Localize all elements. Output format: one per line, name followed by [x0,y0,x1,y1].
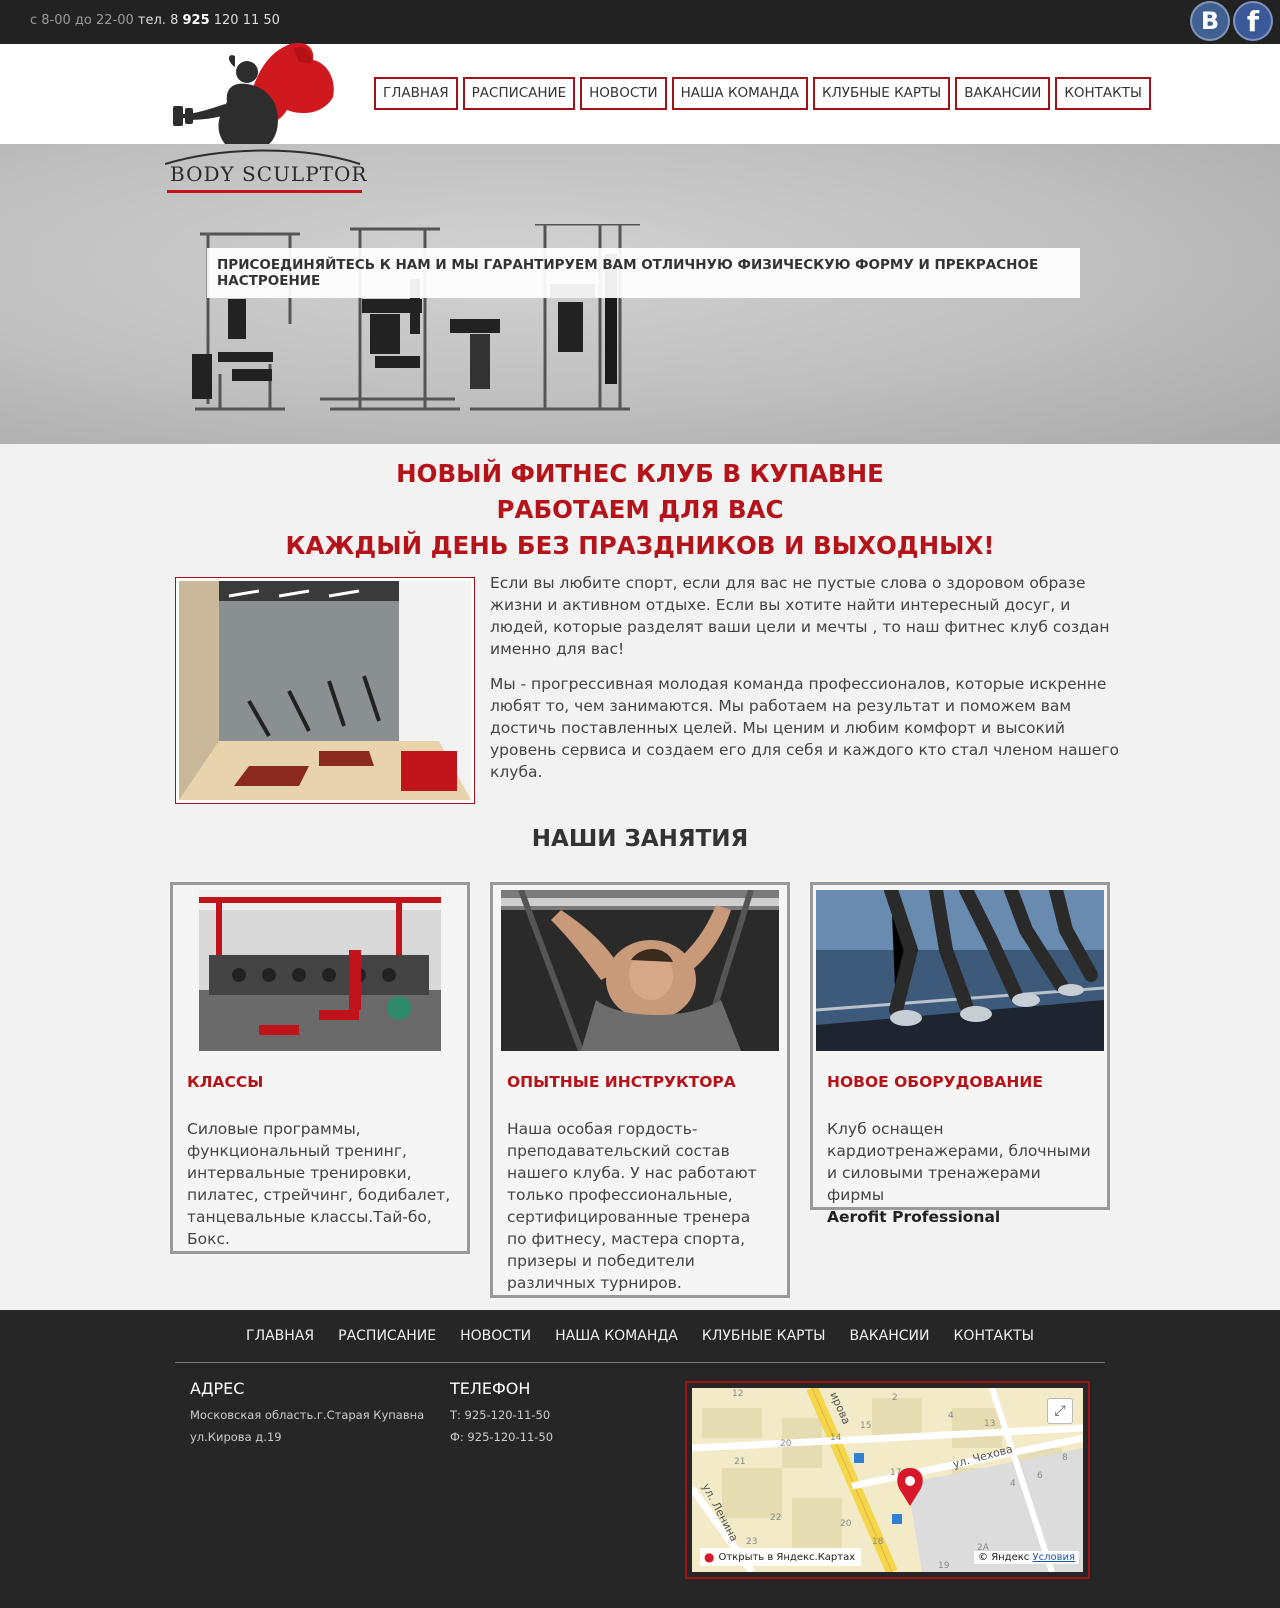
intro-paragraph-2: Мы - прогрессивная молодая команда профе… [490,675,1119,781]
terms-link[interactable]: Условия [1032,1552,1075,1563]
map-pin-icon: ● [704,1550,715,1564]
footer-nav-contacts[interactable]: КОНТАКТЫ [953,1328,1033,1344]
map-house-number: 2 [892,1393,898,1403]
bench-press-image [501,890,779,1051]
footer-nav-schedule[interactable]: РАСПИСАНИЕ [338,1328,436,1344]
main-nav: ГЛАВНАЯ РАСПИСАНИЕ НОВОСТИ НАША КОМАНДА … [374,77,1151,110]
card-title: НОВОЕ ОБОРУДОВАНИЕ [827,1073,1043,1091]
card-instructors: ОПЫТНЫЕ ИНСТРУКТОРА Наша особая гордость… [490,882,790,1298]
map-house-number: 15 [860,1421,871,1431]
footer-nav: ГЛАВНАЯ РАСПИСАНИЕ НОВОСТИ НАША КОМАНДА … [0,1328,1280,1344]
nav-item-club-cards[interactable]: КЛУБНЫЕ КАРТЫ [812,77,951,110]
open-in-yandex-label: Открыть в Яндекс.Картах [718,1551,856,1563]
top-bar: с 8-00 до 22-00 тел. 8 925 120 11 50 В f [0,0,1280,44]
intro-paragraph-1: Если вы любите спорт, если для вас не пу… [490,574,1110,658]
gym-interior-image [179,581,471,800]
footer-divider [175,1362,1105,1363]
map-house-number: 20 [840,1519,852,1529]
nav-item-schedule[interactable]: РАСПИСАНИЕ [462,77,576,110]
headline-line-3: КАЖДЫЙ ДЕНЬ БЕЗ ПРАЗДНИКОВ И ВЫХОДНЫХ! [285,531,995,560]
map-graphic: 12 2 15 14 20 4 13 21 17 6 8 22 20 18 23… [692,1388,1083,1572]
phone-tel: Т: 925-120-11-50 [450,1408,551,1422]
card-title: ОПЫТНЫЕ ИНСТРУКТОРА [507,1073,736,1091]
copyright-text: © Яндекс [978,1552,1030,1563]
address-line-1: Московская область.г.Старая Купавна [190,1408,425,1422]
card-body: Силовые программы, функциональный тренин… [187,1120,451,1248]
card-body: Клуб оснащен кардиотренажерами, блочными… [827,1118,1093,1228]
map-house-number: 22 [770,1513,781,1523]
footer-address: АДРЕС Московская область.г.Старая Купавн… [190,1379,424,1448]
open-in-yandex-maps-link[interactable]: ● Открыть в Яндекс.Картах [700,1548,862,1566]
phone-rest: 120 11 50 [213,13,280,28]
nav-item-vacancies[interactable]: ВАКАНСИИ [955,77,1051,110]
map-house-number: 13 [984,1419,995,1429]
nav-item-news[interactable]: НОВОСТИ [580,77,667,110]
phone-fax: Ф: 925-120-11-50 [450,1430,554,1444]
map-canvas[interactable]: 12 2 15 14 20 4 13 21 17 6 8 22 20 18 23… [692,1388,1083,1572]
card-equipment: НОВОЕ ОБОРУДОВАНИЕ Клуб оснащен кардиотр… [810,882,1110,1226]
nav-item-contacts[interactable]: КОНТАКТЫ [1055,77,1151,110]
headline-line-1: НОВЫЙ ФИТНЕС КЛУБ В КУПАВНЕ [396,459,884,488]
hero-tagline: ПРИСОЕДИНЯЙТЕСЬ К НАМ И МЫ ГАРАНТИРУЕМ В… [207,248,1080,298]
address-title: АДРЕС [190,1379,245,1398]
footer: ГЛАВНАЯ РАСПИСАНИЕ НОВОСТИ НАША КОМАНДА … [0,1310,1280,1608]
map-house-number: 18 [872,1537,884,1547]
map-copyright: © Яндекс Условия [974,1551,1079,1564]
headline-line-2: РАБОТАЕМ ДЛЯ ВАС [496,495,784,524]
map-house-number: 4 [1010,1479,1016,1489]
contact-info: с 8-00 до 22-00 тел. 8 925 120 11 50 [30,13,280,28]
map-house-number: 20 [780,1439,792,1449]
facebook-icon[interactable]: f [1233,1,1273,41]
map-house-number: 12 [732,1389,743,1399]
map-house-number: 8 [1062,1453,1068,1463]
footer-nav-club-cards[interactable]: КЛУБНЫЕ КАРТЫ [702,1328,826,1344]
page-headline: НОВЫЙ ФИТНЕС КЛУБ В КУПАВНЕ РАБОТАЕМ ДЛЯ… [0,456,1280,564]
map-house-number: 17 [890,1468,901,1478]
treadmill-image [816,890,1104,1051]
phone-code: 925 [182,13,210,28]
card-body: Наша особая гордость- преподавательский … [507,1120,757,1292]
map-house-number: 19 [938,1561,950,1571]
footer-nav-team[interactable]: НАША КОМАНДА [555,1328,678,1344]
nav-item-team[interactable]: НАША КОМАНДА [671,77,808,110]
footer-nav-news[interactable]: НОВОСТИ [460,1328,531,1344]
intro-text: Если вы любите спорт, если для вас не пу… [490,572,1130,796]
map-house-number: 6 [1037,1471,1043,1481]
address-line-2: ул.Кирова д.19 [190,1430,282,1444]
gym-hall-image [199,890,441,1051]
section-title: НАШИ ЗАНЯТИЯ [531,826,749,852]
map-house-number: 4 [948,1411,954,1421]
nav-item-home[interactable]: ГЛАВНАЯ [374,77,458,110]
map-house-number: 21 [734,1457,745,1467]
yandex-map[interactable]: 12 2 15 14 20 4 13 21 17 6 8 22 20 18 23… [685,1381,1090,1579]
phone-title: ТЕЛЕФОН [450,1379,531,1398]
phone-label: тел. [137,13,166,28]
vk-icon[interactable]: В [1190,1,1230,41]
phone-number[interactable]: 8 925 120 11 50 [170,13,280,28]
phone-prefix: 8 [170,13,179,28]
map-house-number: 14 [830,1433,842,1443]
card-classes: КЛАССЫ Силовые программы, функциональный… [170,882,470,1254]
club-photo [175,577,475,804]
card-title: КЛАССЫ [187,1073,264,1091]
brand-name: Aerofit Professional [827,1208,1001,1226]
expand-icon[interactable]: ⤢ [1047,1398,1073,1424]
footer-nav-vacancies[interactable]: ВАКАНСИИ [850,1328,930,1344]
footer-nav-home[interactable]: ГЛАВНАЯ [246,1328,314,1344]
logo-text: BODY SCULPTOR [170,162,368,186]
footer-phone: ТЕЛЕФОН Т: 925-120-11-50 Ф: 925-120-11-5… [450,1379,553,1448]
logo-underline [167,190,362,193]
card-body-text: Клуб оснащен кардиотренажерами, блочными… [827,1120,1091,1204]
map-house-number: 23 [746,1537,757,1547]
opening-hours: с 8-00 до 22-00 [30,13,134,28]
